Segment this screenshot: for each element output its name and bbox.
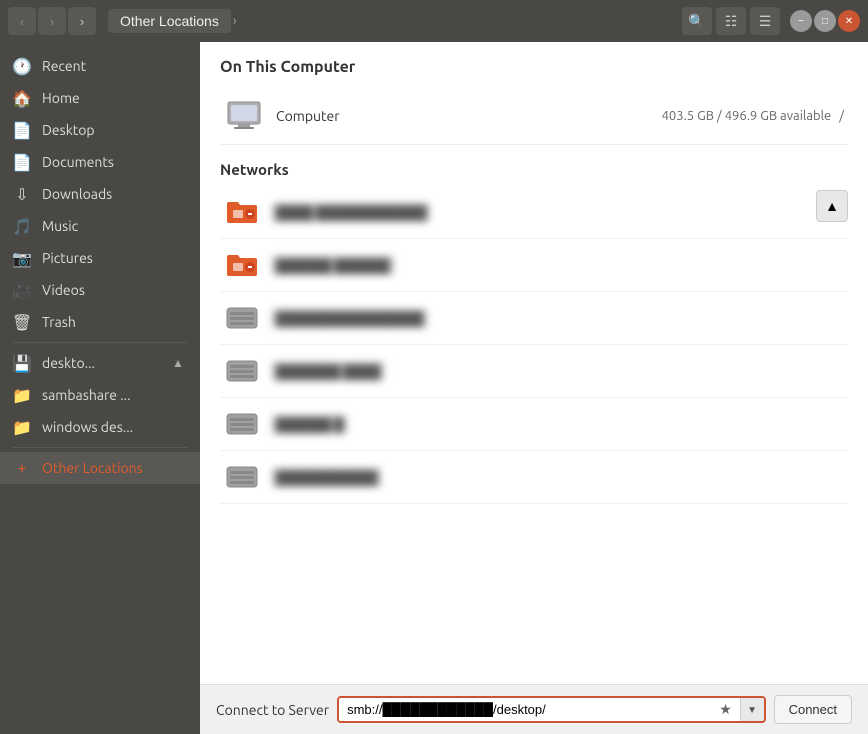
trash-icon: 🗑: [12, 312, 32, 332]
connect-dropdown-button[interactable]: ▼: [740, 698, 764, 721]
network-item-6[interactable]: ███████████: [220, 451, 848, 504]
sidebar-label-videos: Videos: [42, 282, 188, 298]
close-button[interactable]: ✕: [838, 10, 860, 32]
network-name-4: ███████ ████: [272, 362, 384, 381]
folder-orange-icon-2: [224, 247, 260, 283]
clock-icon: 🕐: [12, 56, 32, 76]
sidebar-item-sambashare[interactable]: 📁 sambashare ...: [0, 379, 200, 411]
network-name-5: ██████ █: [272, 415, 347, 434]
sidebar-label-windows-des: windows des...: [42, 419, 188, 435]
computer-mount: /: [839, 109, 844, 123]
computer-name: Computer: [276, 108, 662, 124]
music-icon: 🎵: [12, 216, 32, 236]
pictures-icon: 📷: [12, 248, 32, 268]
folder-orange-icon-1: [224, 194, 260, 230]
network-folder-icon-1: 📁: [12, 385, 32, 405]
network-name-6: ███████████: [272, 468, 381, 487]
sidebar-separator-2: [12, 447, 188, 448]
hdd-icon-3: [224, 406, 260, 442]
nav-controls: ‹ › ›: [8, 7, 96, 35]
sidebar-label-home: Home: [42, 90, 188, 106]
file-manager-window: ‹ › › Other Locations › 🔍 ☷ ☰ − □ ✕ 🕐 Re…: [0, 0, 868, 734]
network-name-3: ████████████████: [272, 309, 427, 328]
sidebar-item-windows-des[interactable]: 📁 windows des...: [0, 411, 200, 443]
sidebar-label-trash: Trash: [42, 314, 188, 330]
search-button[interactable]: 🔍: [682, 7, 712, 35]
computer-size: 403.5 GB / 496.9 GB available: [662, 109, 832, 123]
sidebar-label-desktop: Desktop: [42, 122, 188, 138]
on-this-computer-title: On This Computer: [220, 58, 848, 76]
main-content: 🕐 Recent 🏠 Home 📄 Desktop 📄 Documents ⇩ …: [0, 42, 868, 734]
drive-icon: 💾: [12, 353, 32, 373]
maximize-button[interactable]: □: [814, 10, 836, 32]
network-item-5[interactable]: ██████ █: [220, 398, 848, 451]
connect-button[interactable]: Connect: [774, 695, 852, 724]
toolbar-actions: 🔍 ☷ ☰: [682, 7, 780, 35]
sidebar-label-pictures: Pictures: [42, 250, 188, 266]
computer-icon: [224, 96, 264, 136]
computer-item[interactable]: Computer 403.5 GB / 496.9 GB available /: [220, 88, 848, 145]
sidebar-item-downloads[interactable]: ⇩ Downloads: [0, 178, 200, 210]
sidebar-label-desktop-drive: deskto...: [42, 355, 158, 371]
network-item-4[interactable]: ███████ ████: [220, 345, 848, 398]
sidebar-item-pictures[interactable]: 📷 Pictures: [0, 242, 200, 274]
sidebar-item-desktop[interactable]: 📄 Desktop: [0, 114, 200, 146]
sidebar-item-trash[interactable]: 🗑 Trash: [0, 306, 200, 338]
sidebar-item-recent[interactable]: 🕐 Recent: [0, 50, 200, 82]
connect-server-input[interactable]: [339, 698, 712, 721]
connect-to-server-label: Connect to Server: [216, 702, 329, 718]
network-folder-icon-2: 📁: [12, 417, 32, 437]
sidebar-item-documents[interactable]: 📄 Documents: [0, 146, 200, 178]
network-item-2[interactable]: ██████ ██████: [220, 239, 848, 292]
connect-to-server-bar: Connect to Server ★ ▼ Connect: [200, 684, 868, 734]
sidebar-item-home[interactable]: 🏠 Home: [0, 82, 200, 114]
videos-icon: 🎥: [12, 280, 32, 300]
network-name-1: ████ ████████████: [272, 203, 430, 222]
network-name-2: ██████ ██████: [272, 256, 394, 275]
path-bar: Other Locations ›: [108, 9, 670, 33]
sidebar-item-music[interactable]: 🎵 Music: [0, 210, 200, 242]
desktop-icon: 📄: [12, 120, 32, 140]
content-panel: On This Computer Computer 403.5 GB / 496…: [200, 42, 868, 734]
sidebar-label-sambashare: sambashare ...: [42, 387, 188, 403]
window-controls: − □ ✕: [790, 10, 860, 32]
view-toggle-button[interactable]: ☷: [716, 7, 746, 35]
path-chevron-icon: ›: [233, 14, 237, 28]
back-button[interactable]: ‹: [8, 7, 36, 35]
bookmarks-icon[interactable]: ★: [712, 698, 740, 721]
sidebar-label-music: Music: [42, 218, 188, 234]
hdd-icon-4: [224, 459, 260, 495]
sidebar-label-recent: Recent: [42, 58, 188, 74]
eject-icon-desktop-drive[interactable]: ▲: [168, 353, 188, 373]
network-item-1[interactable]: ████ ████████████: [220, 186, 848, 239]
sidebar-item-desktop-drive[interactable]: 💾 deskto... ▲: [0, 347, 200, 379]
sidebar-label-other-locations: Other Locations: [42, 460, 188, 476]
parent-button[interactable]: ›: [68, 7, 96, 35]
network-item-3[interactable]: ████████████████: [220, 292, 848, 345]
network-items-list: ▲ ████ ████████████: [220, 186, 848, 504]
sidebar-item-other-locations[interactable]: + Other Locations: [0, 452, 200, 484]
connect-input-wrapper: ★ ▼: [337, 696, 766, 723]
plus-icon: +: [12, 458, 32, 478]
sidebar-label-downloads: Downloads: [42, 186, 188, 202]
sidebar-separator-1: [12, 342, 188, 343]
sidebar: 🕐 Recent 🏠 Home 📄 Desktop 📄 Documents ⇩ …: [0, 42, 200, 734]
sidebar-item-videos[interactable]: 🎥 Videos: [0, 274, 200, 306]
networks-title: Networks: [220, 161, 848, 178]
hdd-icon-1: [224, 300, 260, 336]
sidebar-label-documents: Documents: [42, 154, 188, 170]
home-icon: 🏠: [12, 88, 32, 108]
downloads-icon: ⇩: [12, 184, 32, 204]
content-scroll: On This Computer Computer 403.5 GB / 496…: [200, 42, 868, 684]
hdd-icon-2: [224, 353, 260, 389]
titlebar: ‹ › › Other Locations › 🔍 ☷ ☰ − □ ✕: [0, 0, 868, 42]
minimize-button[interactable]: −: [790, 10, 812, 32]
eject-all-button[interactable]: ▲: [816, 190, 848, 222]
menu-button[interactable]: ☰: [750, 7, 780, 35]
documents-icon: 📄: [12, 152, 32, 172]
forward-button[interactable]: ›: [38, 7, 66, 35]
path-item-other-locations[interactable]: Other Locations: [108, 9, 231, 33]
